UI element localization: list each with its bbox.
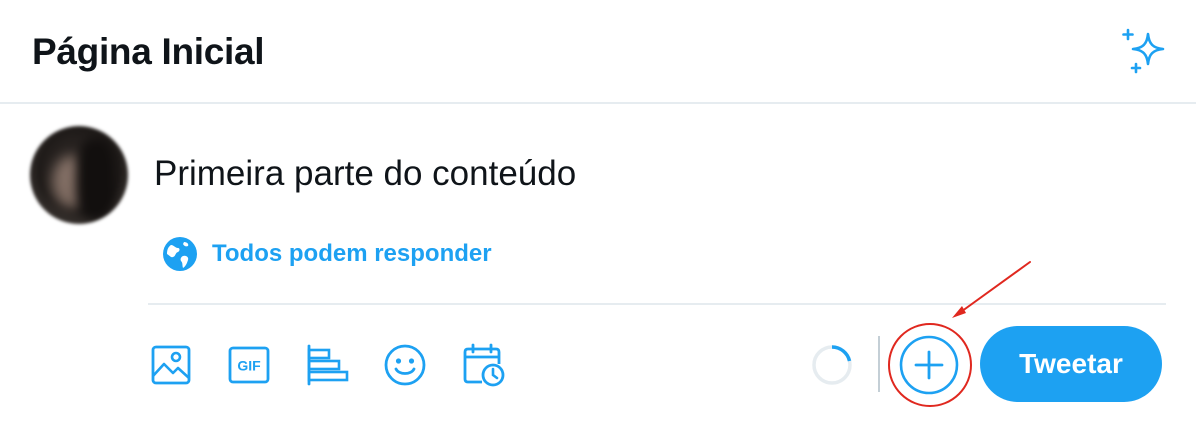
header: Página Inicial	[0, 0, 1196, 104]
annotation-arrow	[940, 256, 1040, 326]
page-title: Página Inicial	[32, 31, 265, 72]
add-thread-button[interactable]	[899, 335, 959, 395]
reply-setting-button[interactable]: Todos podem responder	[162, 234, 492, 274]
image-icon[interactable]	[148, 342, 194, 388]
tweet-text-input[interactable]: Primeira parte do conteúdo	[154, 152, 576, 196]
gif-label: GIF	[237, 358, 261, 374]
sparkle-icon[interactable]	[1118, 24, 1174, 80]
reply-setting-label: Todos podem responder	[212, 240, 492, 267]
globe-icon	[163, 237, 197, 271]
schedule-icon[interactable]	[460, 342, 506, 388]
divider	[148, 303, 1166, 305]
plus-icon	[899, 335, 959, 395]
gif-icon[interactable]: GIF	[226, 342, 272, 388]
character-counter	[810, 343, 854, 387]
emoji-icon[interactable]	[382, 342, 428, 388]
avatar[interactable]	[30, 126, 128, 224]
avatar-hair	[76, 138, 116, 220]
poll-icon[interactable]	[304, 342, 350, 388]
toolbar-separator	[878, 336, 880, 392]
tweet-composer-page: Página Inicial Primeira parte do conteúd…	[0, 0, 1196, 424]
tweet-button[interactable]: Tweetar	[980, 326, 1162, 402]
